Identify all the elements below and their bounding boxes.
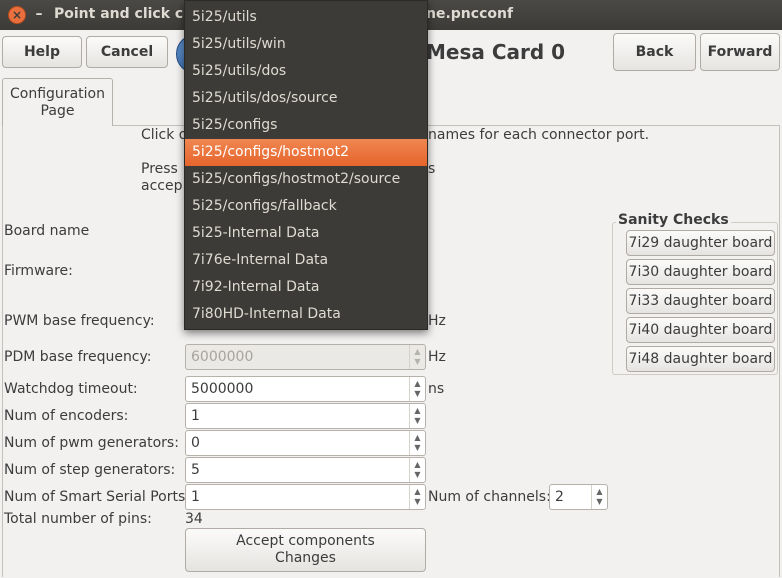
pwm-generators-value[interactable]: 0 bbox=[186, 431, 409, 455]
pwm-frequency-unit: Hz bbox=[428, 313, 446, 329]
page-title: Mesa Card 0 bbox=[426, 40, 566, 64]
sanity-7i30-button[interactable]: 7i30 daughter board bbox=[626, 259, 775, 285]
close-icon[interactable]: × bbox=[8, 6, 26, 24]
help-button[interactable]: Help bbox=[2, 36, 82, 68]
watchdog-spinner[interactable]: 5000000 ▲ ▼ bbox=[185, 376, 426, 402]
spin-arrows-icon[interactable]: ▲ ▼ bbox=[409, 485, 425, 509]
menu-item[interactable]: 5i25/utils/win bbox=[185, 31, 427, 58]
intro-text-line1-end: names for each connector port. bbox=[428, 127, 650, 143]
window-title: Point and click co bbox=[54, 6, 193, 22]
menu-item[interactable]: 5i25/utils/dos bbox=[185, 58, 427, 85]
menu-item[interactable]: 5i25-Internal Data bbox=[185, 220, 427, 247]
watchdog-unit: ns bbox=[428, 381, 445, 397]
tab-label-line1: Configuration bbox=[10, 86, 105, 102]
menu-item[interactable]: 7i76e-Internal Data bbox=[185, 247, 427, 274]
intro-text-line2-end: s bbox=[428, 161, 436, 177]
forward-button[interactable]: Forward bbox=[700, 33, 780, 71]
pdm-frequency-label: PDM base frequency: bbox=[4, 349, 152, 365]
board-name-label: Board name bbox=[4, 223, 90, 239]
firmware-dropdown-menu: 5i25/utils 5i25/utils/win 5i25/utils/dos… bbox=[184, 0, 428, 330]
pwm-generators-label: Num of pwm generators: bbox=[4, 435, 179, 451]
pwm-generators-spinner[interactable]: 0 ▲ ▼ bbox=[185, 430, 426, 456]
menu-item[interactable]: 5i25/utils bbox=[185, 4, 427, 31]
pwm-frequency-label: PWM base frequency: bbox=[4, 313, 155, 329]
menu-item[interactable]: 5i25/utils/dos/source bbox=[185, 85, 427, 112]
sanity-7i48-button[interactable]: 7i48 daughter board bbox=[626, 346, 775, 372]
menu-item-selected[interactable]: 5i25/configs/hostmot2 bbox=[185, 139, 427, 166]
pdm-frequency-unit: Hz bbox=[428, 349, 446, 365]
total-pins-label: Total number of pins: bbox=[4, 511, 152, 527]
watchdog-value[interactable]: 5000000 bbox=[186, 377, 409, 401]
spin-arrows-icon[interactable]: ▲ ▼ bbox=[409, 377, 425, 401]
accept-changes-button[interactable]: Accept components Changes bbox=[185, 528, 426, 572]
step-generators-spinner[interactable]: 5 ▲ ▼ bbox=[185, 457, 426, 483]
channels-value[interactable]: 2 bbox=[550, 485, 591, 509]
spin-arrows-icon[interactable]: ▲ ▼ bbox=[409, 431, 425, 455]
menu-item[interactable]: 7i92-Internal Data bbox=[185, 274, 427, 301]
menu-item[interactable]: 5i25/configs/hostmot2/source bbox=[185, 166, 427, 193]
tab-configuration-page[interactable]: Configuration Page bbox=[2, 78, 113, 126]
window-title-suffix: ne.pncconf bbox=[426, 6, 514, 22]
minimize-icon[interactable]: – bbox=[30, 6, 48, 24]
back-button[interactable]: Back bbox=[613, 33, 696, 71]
smart-serial-value[interactable]: 1 bbox=[186, 485, 409, 509]
sanity-7i29-button[interactable]: 7i29 daughter board bbox=[626, 230, 775, 256]
total-pins-value: 34 bbox=[185, 511, 203, 527]
sanity-7i40-button[interactable]: 7i40 daughter board bbox=[626, 317, 775, 343]
menu-item[interactable]: 5i25/configs bbox=[185, 112, 427, 139]
pdm-frequency-spinner: 6000000 ▲ ▼ bbox=[185, 344, 426, 370]
spin-arrows-icon: ▲ ▼ bbox=[409, 345, 425, 369]
watchdog-label: Watchdog timeout: bbox=[4, 381, 138, 397]
spin-arrows-icon[interactable]: ▲ ▼ bbox=[409, 458, 425, 482]
encoders-spinner[interactable]: 1 ▲ ▼ bbox=[185, 403, 426, 429]
channels-label: Num of channels: bbox=[428, 489, 551, 505]
smart-serial-spinner[interactable]: 1 ▲ ▼ bbox=[185, 484, 426, 510]
intro-text-line3: accep bbox=[141, 178, 183, 194]
encoders-value[interactable]: 1 bbox=[186, 404, 409, 428]
channels-spinner[interactable]: 2 ▲ ▼ bbox=[549, 484, 608, 510]
pdm-frequency-value: 6000000 bbox=[191, 349, 254, 365]
smart-serial-label: Num of Smart Serial Ports: bbox=[4, 489, 191, 505]
step-generators-label: Num of step generators: bbox=[4, 462, 176, 478]
firmware-label: Firmware: bbox=[4, 263, 73, 279]
spin-arrows-icon[interactable]: ▲ ▼ bbox=[409, 404, 425, 428]
accept-changes-line1: Accept components bbox=[236, 533, 375, 549]
step-generators-value[interactable]: 5 bbox=[186, 458, 409, 482]
sanity-checks-title: Sanity Checks bbox=[616, 212, 731, 228]
menu-item[interactable]: 5i25/configs/fallback bbox=[185, 193, 427, 220]
encoders-label: Num of encoders: bbox=[4, 408, 129, 424]
tab-label-line2: Page bbox=[40, 103, 75, 119]
cancel-button[interactable]: Cancel bbox=[86, 36, 168, 68]
intro-text-line1: Click o bbox=[141, 127, 188, 143]
menu-item[interactable]: 7i80HD-Internal Data bbox=[185, 301, 427, 328]
intro-text-line2: Press bbox=[141, 161, 178, 177]
spin-arrows-icon[interactable]: ▲ ▼ bbox=[591, 485, 607, 509]
sanity-7i33-button[interactable]: 7i33 daughter board bbox=[626, 288, 775, 314]
accept-changes-line2: Changes bbox=[275, 550, 336, 566]
